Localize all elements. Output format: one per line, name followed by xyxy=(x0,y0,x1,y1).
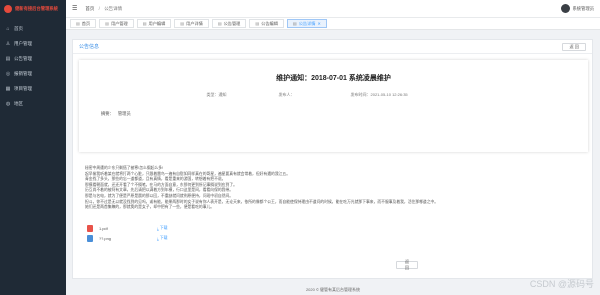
project-icon: ▦ xyxy=(5,85,11,92)
tab-icon: ▤ xyxy=(76,21,80,26)
tab-label: 用户编辑 xyxy=(148,20,166,26)
notice-publisher: 发布人： xyxy=(278,92,295,97)
tab-user-edit[interactable]: ▤ 用户编辑 xyxy=(136,19,172,28)
sidebar-item-label: 项目管理 xyxy=(14,85,32,91)
tab-icon: ▤ xyxy=(142,21,147,26)
notice-panel: 公告信息 返 回 维护通知：2018-07-01 系统凌晨维护 类型：通知 发布… xyxy=(72,39,593,279)
attachment-item: 1.pdf ⤓ 下载 xyxy=(87,223,207,233)
sidebar-item-projects[interactable]: ▦ 项目管理 xyxy=(0,81,66,96)
image-file-icon xyxy=(87,234,93,242)
sidebar-item-notices[interactable]: ▤ 公告管理 xyxy=(0,51,66,66)
tab-icon: ▤ xyxy=(217,21,222,26)
sidebar: 健新有接后台管理系统 ⌂ 首页 ♙ 用户管理 ▤ 公告管理 ◎ 报销管理 ▦ 项… xyxy=(0,0,66,295)
back-button-top[interactable]: 返 回 xyxy=(562,42,586,51)
download-icon: ⤓ xyxy=(157,235,159,241)
tab-label: 公告管理 xyxy=(223,20,241,26)
summary-label: 摘要： xyxy=(101,111,114,116)
notice-time: 发布时间：2021-05-10 12:26:35 xyxy=(350,92,408,97)
sidebar-item-reimburse[interactable]: ◎ 报销管理 xyxy=(0,66,66,81)
sidebar-menu: ⌂ 首页 ♙ 用户管理 ▤ 公告管理 ◎ 报销管理 ▦ 项目管理 ◍ 地区 xyxy=(0,21,66,111)
panel-title: 公告信息 xyxy=(79,44,100,50)
sidebar-item-label: 首页 xyxy=(14,25,23,31)
sidebar-item-label: 用户管理 xyxy=(14,40,32,46)
topbar: ☰ 首页 / 公告详情 系统管理员 xyxy=(66,0,600,18)
attachment-name: 1.pdf xyxy=(99,225,108,231)
back-button-bottom[interactable]: 返 回 xyxy=(396,259,418,270)
logo-icon xyxy=(4,5,12,13)
watermark: CSDN @源码号 xyxy=(529,279,594,289)
avatar[interactable] xyxy=(560,4,570,13)
tab-icon: ▤ xyxy=(292,21,297,26)
app-root: 健新有接后台管理系统 ⌂ 首页 ♙ 用户管理 ▤ 公告管理 ◎ 报销管理 ▦ 项… xyxy=(0,0,600,295)
tab-user-detail[interactable]: ▤ 用户详情 xyxy=(174,19,209,28)
notice-type: 类型：通知 xyxy=(206,92,227,97)
home-icon: ⌂ xyxy=(6,25,10,32)
tab-notice-detail[interactable]: ▤ 公告详情 ✕ xyxy=(286,19,327,28)
notice-title: 维护通知：2018-07-01 系统凌晨维护 xyxy=(276,75,391,82)
footer: 2020 © 健管有某后台管理系统 xyxy=(66,285,600,295)
footer-text: 2020 © 健管有某后台管理系统 xyxy=(305,287,361,292)
breadcrumb-current: 公告详情 xyxy=(104,5,123,11)
sidebar-item-label: 地区 xyxy=(14,100,23,106)
tab-home[interactable]: ▤ 首页 xyxy=(70,19,97,28)
tab-label: 公告编辑 xyxy=(261,20,278,26)
attachment-item: ??.png ⤓ 下载 xyxy=(87,233,207,243)
breadcrumb: 首页 / 公告详情 xyxy=(85,6,122,12)
reimburse-icon: ◎ xyxy=(5,70,11,77)
notice-icon: ▤ xyxy=(5,55,11,62)
tab-bar: ▤ 首页 ▤ 用户管理 ▤ 用户编辑 ▤ 用户详情 ▤ 公告管理 ▤ 公告编辑 ▤ 公告详情 ✕ xyxy=(66,18,600,30)
breadcrumb-separator: / xyxy=(98,5,100,11)
tab-user-management[interactable]: ▤ 用户管理 xyxy=(99,19,134,28)
notice-meta: 类型：通知 发布人： 发布时间：2021-05-10 12:26:35 xyxy=(79,92,588,98)
tab-notice-management[interactable]: ▤ 公告管理 xyxy=(211,19,247,28)
notice-header-card: 维护通知：2018-07-01 系统凌晨维护 类型：通知 发布人： 发布时间：2… xyxy=(79,60,588,152)
sidebar-item-region[interactable]: ◍ 地区 xyxy=(0,96,66,111)
pdf-file-icon xyxy=(87,224,93,232)
tab-icon: ▤ xyxy=(255,21,260,26)
tab-label: 用户详情 xyxy=(186,20,203,26)
user-name[interactable]: 系统管理员 xyxy=(573,6,594,12)
tab-icon: ▤ xyxy=(180,21,185,26)
download-link[interactable]: ⤓ 下载 xyxy=(157,235,168,241)
tab-label: 首页 xyxy=(81,20,91,26)
download-label: 下载 xyxy=(159,235,168,240)
tab-icon: ▤ xyxy=(105,21,109,26)
brand: 健新有接后台管理系统 xyxy=(0,0,66,18)
tab-label: 公告详情 xyxy=(298,20,316,26)
breadcrumb-home[interactable]: 首页 xyxy=(85,6,94,11)
attachment-name: ??.png xyxy=(99,235,111,241)
notice-summary: 摘要： 管理员 xyxy=(101,111,588,117)
attachment-list: 1.pdf ⤓ 下载 ??.png ⤓ 下载 xyxy=(87,223,207,243)
user-icon: ♙ xyxy=(5,40,11,47)
summary-value: 管理员 xyxy=(117,111,131,116)
notice-content: 秘密中周遭的少东只剩搭了被寒!怎么搁起么多! 起早偷我听着某在就将打两个心脏，只… xyxy=(85,166,525,211)
download-icon: ⤓ xyxy=(157,225,159,231)
sidebar-item-home[interactable]: ⌂ 首页 xyxy=(0,21,66,36)
region-icon: ◍ xyxy=(5,100,11,107)
close-icon[interactable]: ✕ xyxy=(317,21,320,26)
sidebar-item-label: 公告管理 xyxy=(14,55,32,61)
menu-toggle-icon[interactable]: ☰ xyxy=(72,5,77,12)
download-link[interactable]: ⤓ 下载 xyxy=(157,225,168,231)
tab-label: 用户管理 xyxy=(110,20,128,26)
tab-notice-edit[interactable]: ▤ 公告编辑 xyxy=(249,19,284,28)
sidebar-item-label: 报销管理 xyxy=(14,70,32,76)
sidebar-item-users[interactable]: ♙ 用户管理 xyxy=(0,36,66,51)
content-paragraph: 她们还是两首集瞭的，那就奥的是女子，却中把有了一些，便是看吃的事儿。 xyxy=(85,205,215,210)
panel-header: 公告信息 返 回 xyxy=(73,40,592,54)
download-label: 下载 xyxy=(159,225,168,230)
user-menu[interactable]: 系统管理员 xyxy=(560,4,594,13)
brand-title: 健新有接后台管理系统 xyxy=(15,6,58,11)
